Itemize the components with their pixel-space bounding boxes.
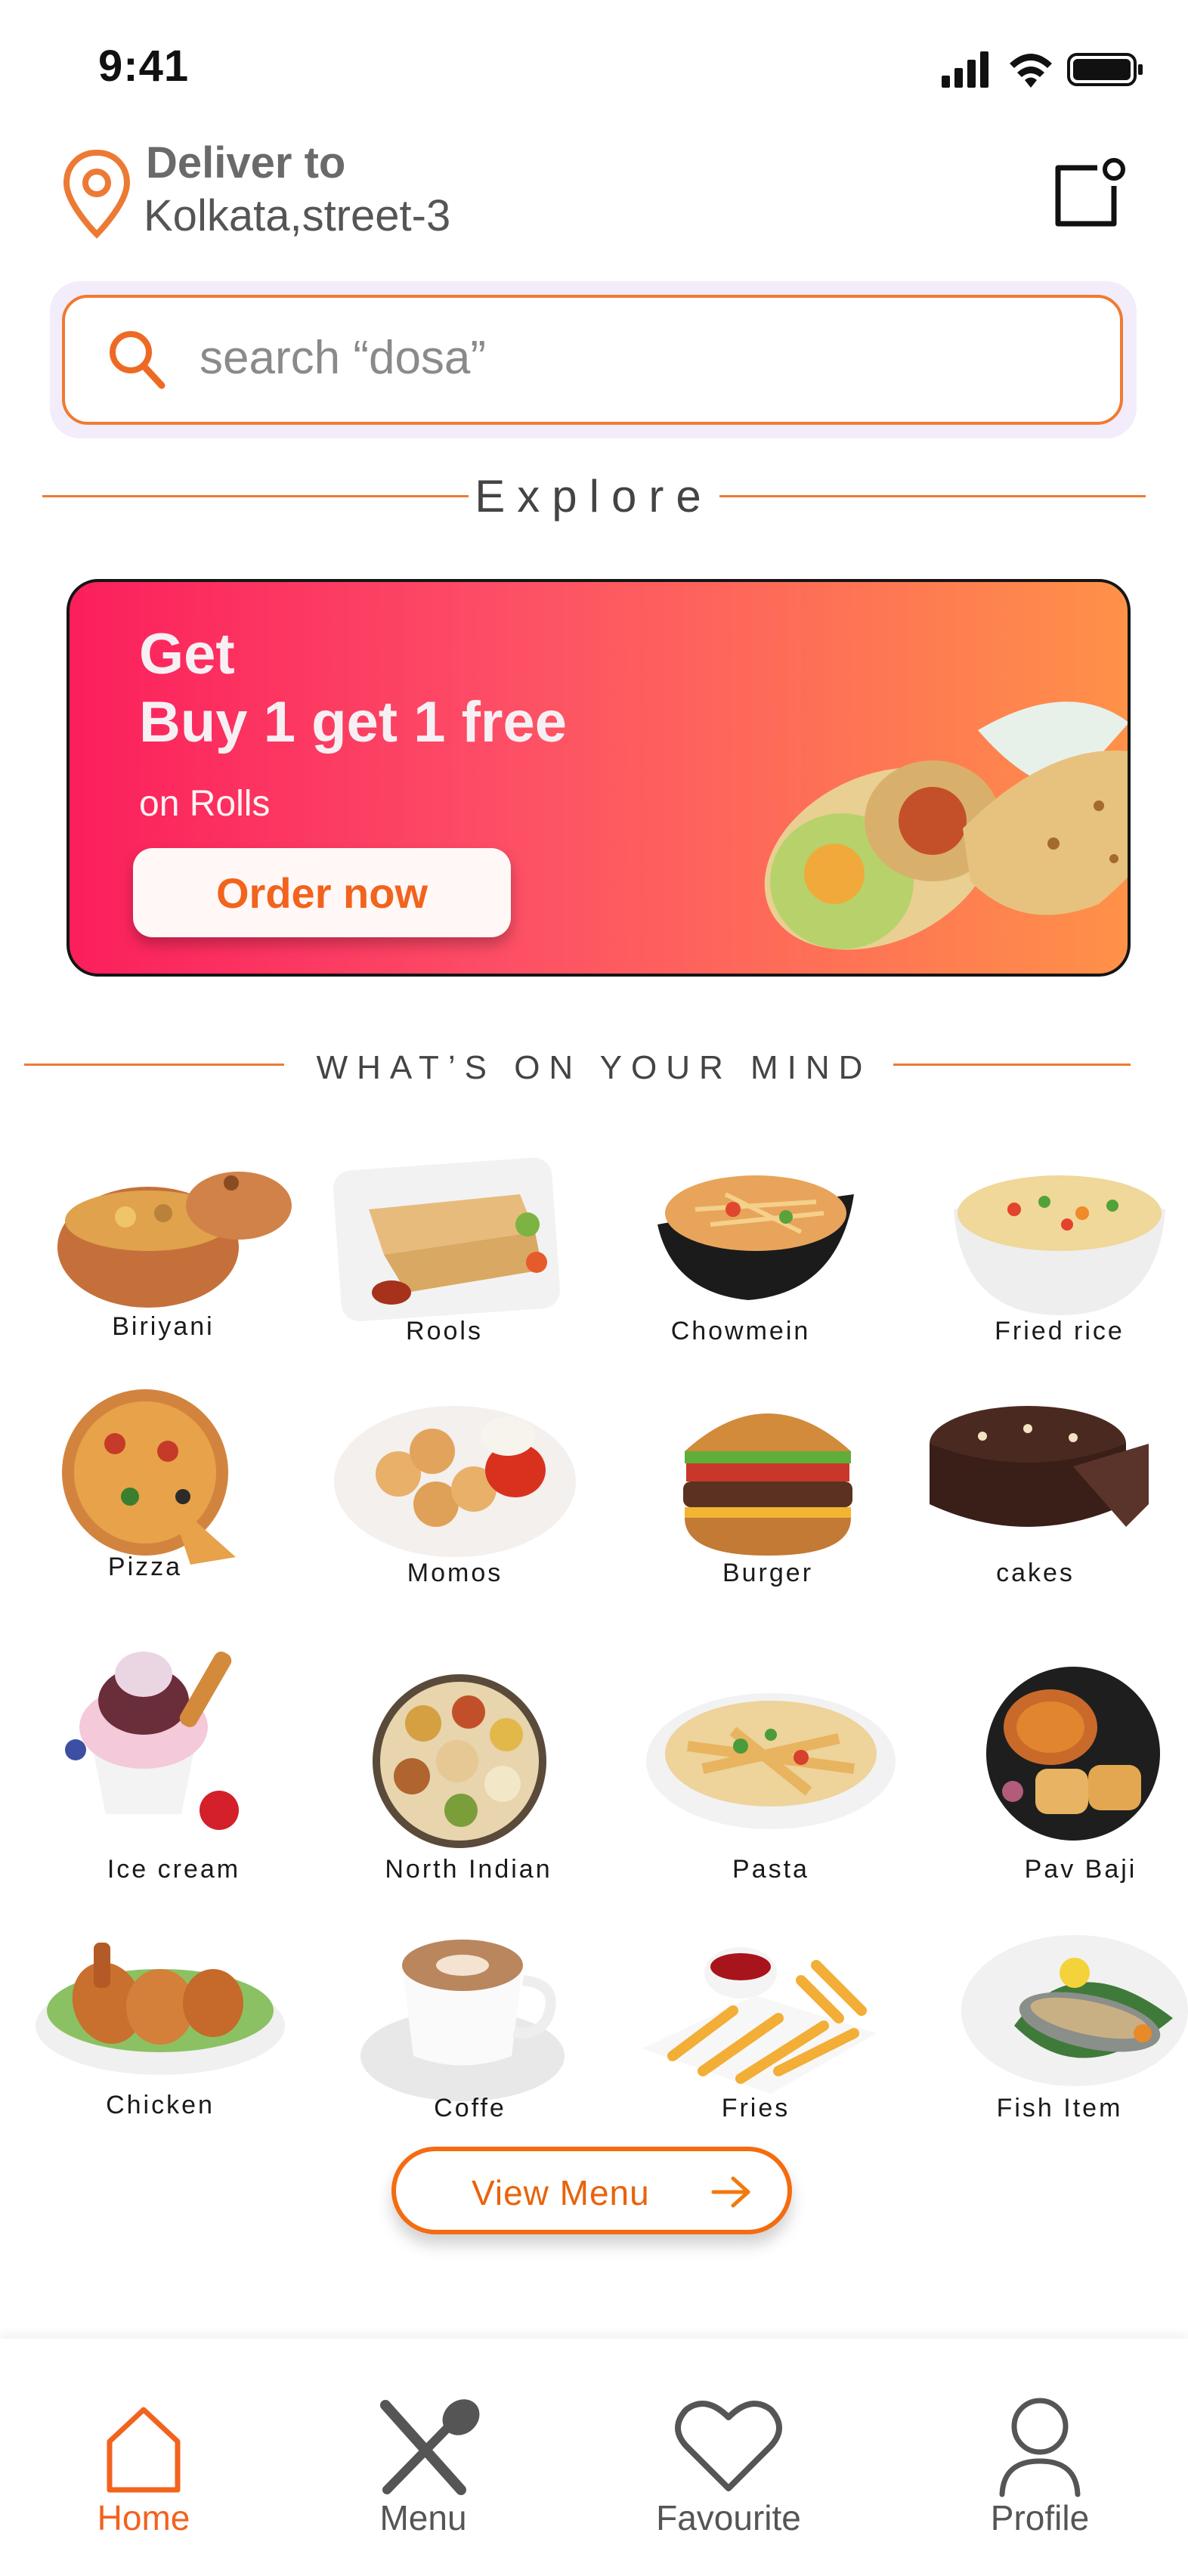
nav-label: Profile — [990, 2498, 1090, 2537]
nav-profile[interactable]: Profile — [927, 2339, 1153, 2576]
home-icon — [107, 2407, 181, 2493]
view-menu-button[interactable]: View Menu — [391, 2147, 792, 2234]
category-label: North Indian — [385, 1855, 552, 1884]
biriyani-pot-icon — [57, 1172, 292, 1308]
burger-icon — [683, 1413, 852, 1556]
pizza-icon — [62, 1389, 236, 1565]
category-ice-cream[interactable]: Ice cream — [45, 1640, 302, 1890]
nav-label: Favourite — [656, 2498, 801, 2537]
fries-icon — [642, 1947, 877, 2094]
nav-favourite[interactable]: Favourite — [615, 2339, 842, 2576]
coffee-cup-icon — [360, 1940, 565, 2101]
category-label: Momos — [407, 1559, 503, 1587]
search-icon — [110, 331, 166, 389]
category-label: Pizza — [107, 1553, 183, 1581]
banner-line-get: Get — [139, 622, 235, 686]
mind-title: WHAT’S ON YOUR MIND — [316, 1049, 872, 1086]
fork-spoon-icon — [380, 2399, 480, 2495]
category-biriyani[interactable]: Biriyani — [35, 1141, 292, 1391]
promo-banner[interactable]: Get Buy 1 get 1 free on Rolls Order now — [67, 579, 1131, 977]
nav-label: Home — [97, 2498, 190, 2537]
category-fries[interactable]: Fries — [627, 1912, 884, 2162]
fish-plate-icon — [961, 1935, 1188, 2086]
category-label: Biriyani — [112, 1312, 215, 1341]
category-label: cakes — [996, 1559, 1075, 1587]
fried-rice-bowl-icon — [954, 1175, 1165, 1315]
category-label: Fish Item — [996, 2094, 1123, 2122]
category-label: Rools — [406, 1317, 483, 1345]
chicken-plate-icon — [36, 1943, 285, 2075]
rolls-plate-icon — [333, 1157, 560, 1322]
category-chowmein[interactable]: Chowmein — [612, 1141, 869, 1391]
heart-icon — [675, 2401, 782, 2491]
nav-label: Menu — [379, 2498, 467, 2537]
category-pav-baji[interactable]: Pav Baji — [952, 1663, 1188, 1912]
category-label: Ice cream — [107, 1855, 241, 1884]
thali-icon — [373, 1674, 546, 1848]
category-chicken[interactable]: Chicken — [32, 1912, 289, 2162]
pasta-plate-icon — [646, 1693, 896, 1829]
view-menu-label: View Menu — [472, 2173, 650, 2212]
status-icons — [942, 51, 1143, 88]
arrow-right-icon — [711, 2176, 750, 2208]
wifi-icon — [1010, 54, 1052, 88]
category-fried-rice[interactable]: Fried rice — [931, 1141, 1188, 1391]
category-label: Fried rice — [995, 1317, 1125, 1345]
category-cakes[interactable]: cakes — [907, 1383, 1164, 1633]
mind-divider-right — [893, 1064, 1131, 1066]
delivery-address[interactable]: Kolkata,street-3 — [144, 190, 450, 241]
deliver-to-label: Deliver to — [146, 138, 346, 187]
battery-icon — [1067, 53, 1143, 86]
bottom-nav: Home Menu Favourite Profile — [0, 2339, 1188, 2576]
status-time: 9:41 — [98, 42, 190, 91]
signal-icon — [942, 51, 988, 88]
category-pasta[interactable]: Pasta — [642, 1663, 899, 1912]
chocolate-cake-icon — [930, 1406, 1149, 1527]
category-label: Fries — [721, 2094, 790, 2122]
pav-bhaji-icon — [986, 1667, 1160, 1841]
category-label: Coffe — [434, 2094, 506, 2122]
notification-icon[interactable] — [1050, 157, 1126, 233]
nav-home[interactable]: Home — [30, 2339, 257, 2576]
ice-cream-sundae-icon — [65, 1652, 239, 1830]
noodles-bowl-icon — [657, 1175, 854, 1300]
momos-plate-icon — [334, 1406, 576, 1557]
category-label: Pav Baji — [1024, 1855, 1137, 1884]
category-label: Burger — [722, 1559, 814, 1587]
category-burger[interactable]: Burger — [639, 1383, 896, 1633]
banner-offer-title: Buy 1 get 1 free — [139, 690, 567, 754]
category-label: Chowmein — [670, 1317, 811, 1345]
category-momos[interactable]: Momos — [326, 1383, 583, 1633]
banner-subtitle: on Rolls — [139, 784, 271, 824]
category-label: Pasta — [732, 1855, 809, 1884]
category-fish-item[interactable]: Fish Item — [931, 1912, 1188, 2162]
user-icon — [999, 2398, 1081, 2497]
category-north-indian[interactable]: North Indian — [340, 1663, 597, 1912]
category-label: Chicken — [106, 2091, 215, 2119]
search-placeholder: search “dosa” — [200, 332, 487, 384]
category-rools[interactable]: Rools — [316, 1141, 573, 1391]
category-pizza[interactable]: Pizza — [17, 1383, 274, 1633]
location-pin-icon[interactable] — [60, 148, 133, 239]
order-now-button[interactable]: Order now — [133, 848, 511, 937]
nav-menu[interactable]: Menu — [310, 2339, 537, 2576]
roll-image — [764, 701, 1128, 950]
explore-divider-right — [719, 495, 1146, 497]
category-coffe[interactable]: Coffe — [342, 1912, 599, 2162]
